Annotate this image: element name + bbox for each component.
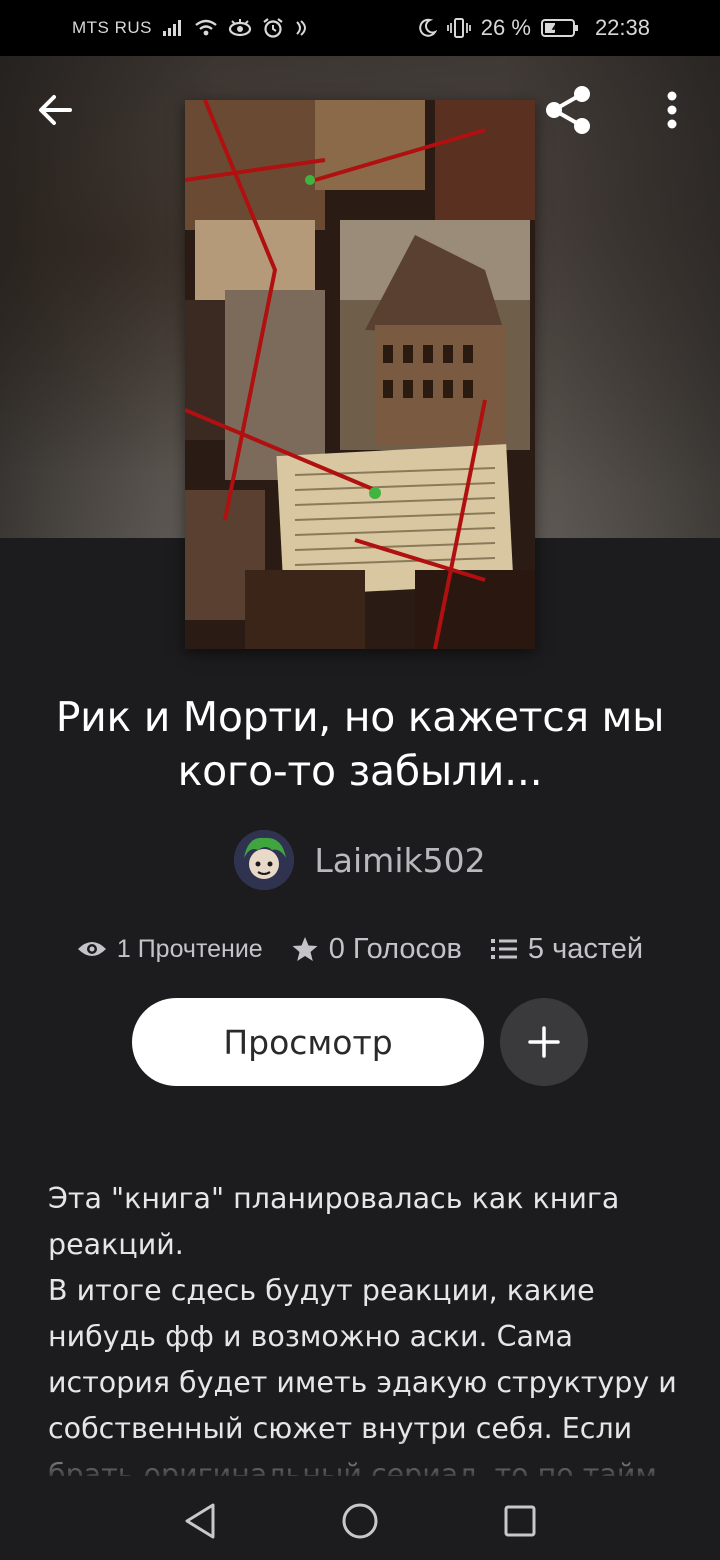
signal-icon (162, 19, 184, 37)
nfc-icon (294, 19, 310, 37)
wifi-icon (194, 19, 218, 37)
status-bar: MTS RUS 26 % 22:38 (0, 0, 720, 56)
system-navigation-bar (0, 1482, 720, 1560)
description-paragraph: Эта "книга" планировалась как книга реак… (48, 1182, 620, 1261)
view-button[interactable]: Просмотр (132, 998, 484, 1086)
vibrate-icon (446, 17, 471, 39)
eye-icon (77, 942, 106, 956)
story-cover-image (185, 100, 535, 649)
list-icon (490, 939, 517, 959)
parts-count: 5 частей (527, 932, 644, 965)
story-actions: Просмотр (0, 998, 720, 1088)
add-to-library-button[interactable] (500, 998, 588, 1086)
votes-stat: 0 Голосов (291, 933, 462, 966)
back-button[interactable] (26, 80, 86, 140)
carrier-label: MTS RUS (72, 18, 152, 37)
status-bar-right: 26 % 22:38 (417, 15, 650, 41)
battery-icon (540, 18, 579, 38)
votes-count: 0 Голосов (328, 932, 462, 965)
more-vertical-icon (667, 91, 677, 129)
share-button[interactable] (538, 80, 598, 140)
story-stats: 1 Прочтение 0 Голосов 5 частей (0, 925, 720, 973)
alarm-icon (262, 18, 284, 38)
story-details-screen: MTS RUS 26 % 22:38 Рик и Морти, но кажет… (0, 0, 720, 1560)
avatar[interactable] (234, 830, 295, 890)
nav-home-button[interactable] (330, 1491, 390, 1551)
home-circle-icon (342, 1503, 378, 1539)
reads-count: 1 Прочтение (116, 934, 263, 963)
nav-recents-button[interactable] (490, 1491, 550, 1551)
parts-stat: 5 частей (490, 933, 643, 966)
author-row[interactable]: Laimik502 (0, 828, 720, 892)
recents-square-icon (504, 1505, 536, 1537)
reads-stat: 1 Прочтение (77, 935, 263, 964)
back-triangle-icon (185, 1503, 215, 1539)
story-description: Эта "книга" планировалась как книга реак… (48, 1176, 678, 1476)
eye-icon (228, 19, 252, 37)
status-bar-left: MTS RUS (72, 18, 310, 38)
description-fade (0, 1436, 720, 1482)
more-options-button[interactable] (642, 80, 702, 140)
moon-icon (417, 18, 437, 38)
share-icon (546, 86, 590, 134)
arrow-left-icon (39, 95, 72, 125)
clock: 22:38 (594, 15, 650, 40)
plus-icon (528, 1026, 560, 1058)
nav-back-button[interactable] (170, 1491, 230, 1551)
author-name[interactable]: Laimik502 (314, 841, 485, 880)
story-title: Рик и Морти, но кажется мы кого-то забыл… (55, 693, 665, 795)
battery-percent: 26 % (480, 15, 531, 40)
star-icon (292, 937, 318, 961)
